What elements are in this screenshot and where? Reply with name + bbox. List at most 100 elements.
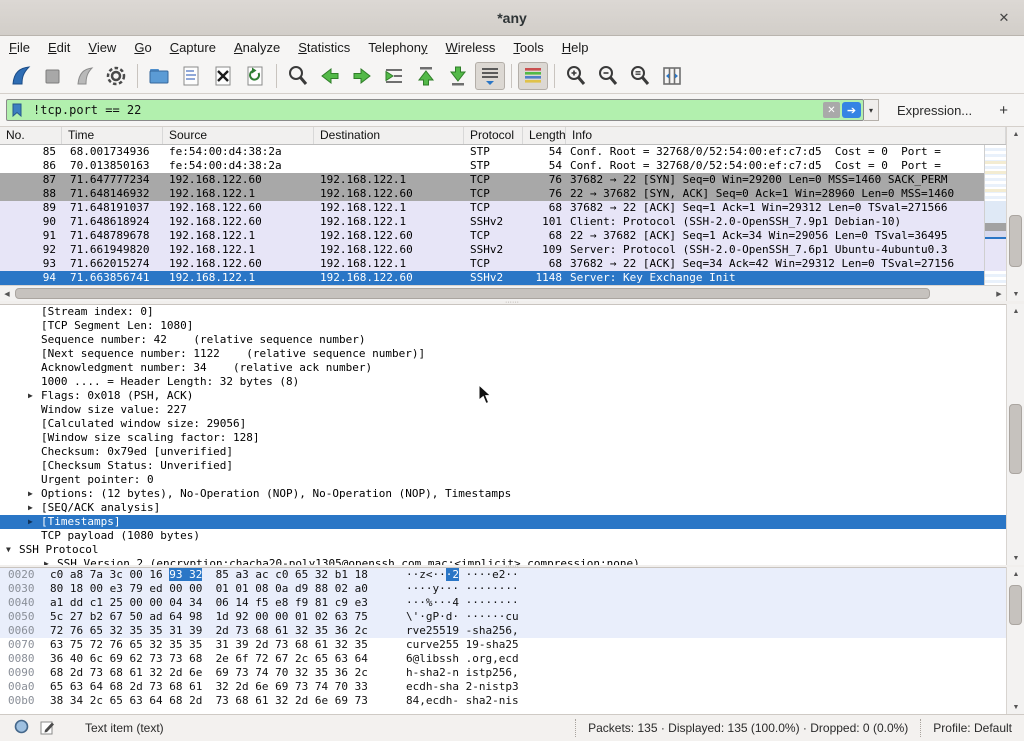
packet-row[interactable]: 94 71.663856741 192.168.122.1 192.168.12… [0,271,984,285]
column-header[interactable]: Protocol [464,127,523,144]
go-to-packet-icon[interactable] [379,62,409,90]
menu-item[interactable]: Statistics [289,38,359,57]
menu-item[interactable]: Tools [504,38,552,57]
hex-row[interactable]: 0020 c0 a8 7a 3c 00 16 93 32 85 a3 ac c0… [0,568,1006,582]
detail-tree-row[interactable]: [Window size scaling factor: 128] [0,431,1006,445]
expander-icon[interactable]: ▶ [44,557,57,565]
hex-row[interactable]: 0070 63 75 72 76 65 32 35 35 31 39 2d 73… [0,638,1006,652]
detail-tree-row[interactable]: ▶ [SEQ/ACK analysis] [0,501,1006,515]
menu-item[interactable]: Go [125,38,160,57]
menu-item[interactable]: Wireless [437,38,505,57]
expander-icon[interactable]: ▼ [6,543,19,557]
resize-columns-icon[interactable] [657,62,687,90]
start-capture-icon[interactable] [5,62,35,90]
filter-history-dropdown[interactable]: ▾ [864,99,879,121]
packet-row[interactable]: 86 70.013850163 fe:54:00:d4:38:2a STP 54… [0,159,984,173]
scroll-thumb[interactable] [1009,585,1022,625]
zoom-in-icon[interactable] [561,62,591,90]
packet-row[interactable]: 89 71.648191037 192.168.122.60 192.168.1… [0,201,984,215]
menu-item[interactable]: View [79,38,125,57]
expander-icon[interactable] [28,417,41,431]
detail-tree-row[interactable]: Checksum: 0x79ed [unverified] [0,445,1006,459]
hex-row[interactable]: 0080 36 40 6c 69 62 73 73 68 2e 6f 72 67… [0,652,1006,666]
detail-tree-row[interactable]: [Stream index: 0] [0,305,1006,319]
menu-item[interactable]: Edit [39,38,79,57]
filter-bookmark-icon[interactable] [11,103,23,122]
menu-item[interactable]: File [0,38,39,57]
detail-tree-row[interactable]: ▼ SSH Protocol [0,543,1006,557]
expander-icon[interactable]: ▶ [28,501,41,515]
packet-row[interactable]: 87 71.647777234 192.168.122.60 192.168.1… [0,173,984,187]
save-file-icon[interactable] [176,62,206,90]
hex-row[interactable]: 0040 a1 dd c1 25 00 00 04 34 06 14 f5 e8… [0,596,1006,610]
packet-minimap[interactable] [984,145,1006,285]
packet-row[interactable]: 88 71.648146932 192.168.122.1 192.168.12… [0,187,984,201]
bytes-vscrollbar[interactable]: ▲ ▼ [1006,567,1024,714]
expander-icon[interactable]: ▶ [28,487,41,501]
expander-icon[interactable] [28,445,41,459]
go-back-icon[interactable] [315,62,345,90]
expander-icon[interactable]: ▶ [28,515,41,529]
expander-icon[interactable] [28,403,41,417]
detail-tree-row[interactable]: [Next sequence number: 1122 (relative se… [0,347,1006,361]
detail-tree-row[interactable]: ▶ Options: (12 bytes), No-Operation (NOP… [0,487,1006,501]
scroll-up-icon[interactable]: ▲ [1007,127,1024,141]
hex-row[interactable]: 0030 80 18 00 e3 79 ed 00 00 01 01 08 0a… [0,582,1006,596]
scroll-down-icon[interactable]: ▼ [1007,551,1024,565]
stop-capture-icon[interactable] [37,62,67,90]
menu-item[interactable]: Telephony [359,38,436,57]
scroll-thumb[interactable] [1009,215,1022,267]
scroll-left-icon[interactable]: ◀ [0,286,14,302]
detail-tree-row[interactable]: Acknowledgment number: 34 (relative ack … [0,361,1006,375]
menu-item[interactable]: Capture [161,38,225,57]
scroll-up-icon[interactable]: ▲ [1007,567,1024,581]
detail-tree-row[interactable]: Sequence number: 42 (relative sequence n… [0,333,1006,347]
go-last-packet-icon[interactable] [443,62,473,90]
hex-row[interactable]: 00b0 38 34 2c 65 63 64 68 2d 73 68 61 32… [0,694,1006,708]
capture-options-icon[interactable] [101,62,131,90]
detail-tree-row[interactable]: Window size value: 227 [0,403,1006,417]
expander-icon[interactable] [28,361,41,375]
column-header[interactable]: Length [523,127,566,144]
zoom-out-icon[interactable] [593,62,623,90]
detail-tree-row[interactable]: Urgent pointer: 0 [0,473,1006,487]
detail-tree-row[interactable]: ▶ Flags: 0x018 (PSH, ACK) [0,389,1006,403]
hex-row[interactable]: 00a0 65 63 64 68 2d 73 68 61 32 2d 6e 69… [0,680,1006,694]
packet-row[interactable]: 85 68.001734936 fe:54:00:d4:38:2a STP 54… [0,145,984,159]
expander-icon[interactable]: ▶ [28,389,41,403]
detail-tree-row[interactable]: [Calculated window size: 29056] [0,417,1006,431]
hex-row[interactable]: 0090 68 2d 73 68 61 32 2d 6e 69 73 74 70… [0,666,1006,680]
column-header[interactable]: Time [62,127,163,144]
scroll-right-icon[interactable]: ▶ [992,286,1006,302]
add-filter-button[interactable]: + [999,102,1008,119]
packet-row[interactable]: 93 71.662015274 192.168.122.60 192.168.1… [0,257,984,271]
detail-vscrollbar[interactable]: ▲ ▼ [1006,304,1024,565]
scroll-down-icon[interactable]: ▼ [1007,287,1024,301]
scroll-thumb[interactable] [15,288,930,299]
expander-icon[interactable] [28,431,41,445]
packet-row[interactable]: 91 71.648789678 192.168.122.1 192.168.12… [0,229,984,243]
expander-icon[interactable] [28,473,41,487]
packet-list-hscrollbar[interactable]: ◀ ▶ [0,285,1006,301]
detail-tree-row[interactable]: ▶ [Timestamps] [0,515,1006,529]
open-file-icon[interactable] [144,62,174,90]
column-header[interactable]: Destination [314,127,464,144]
detail-tree-row[interactable]: [TCP Segment Len: 1080] [0,319,1006,333]
scroll-down-icon[interactable]: ▼ [1007,700,1024,714]
menu-item[interactable]: Help [553,38,598,57]
expander-icon[interactable] [28,459,41,473]
detail-tree-row[interactable]: [Checksum Status: Unverified] [0,459,1006,473]
display-filter-input[interactable] [6,99,864,121]
colorize-packets-icon[interactable] [518,62,548,90]
expander-icon[interactable] [28,319,41,333]
expander-icon[interactable] [28,529,41,543]
column-header[interactable]: No. [0,127,62,144]
filter-clear-icon[interactable]: ✕ [823,102,840,118]
find-packet-icon[interactable] [283,62,313,90]
expander-icon[interactable] [28,305,41,319]
profile-button[interactable]: Profile: Default [920,719,1024,737]
filter-apply-icon[interactable]: ➔ [842,102,861,118]
expander-icon[interactable] [28,375,41,389]
detail-tree-row[interactable]: 1000 .... = Header Length: 32 bytes (8) [0,375,1006,389]
zoom-original-icon[interactable] [625,62,655,90]
